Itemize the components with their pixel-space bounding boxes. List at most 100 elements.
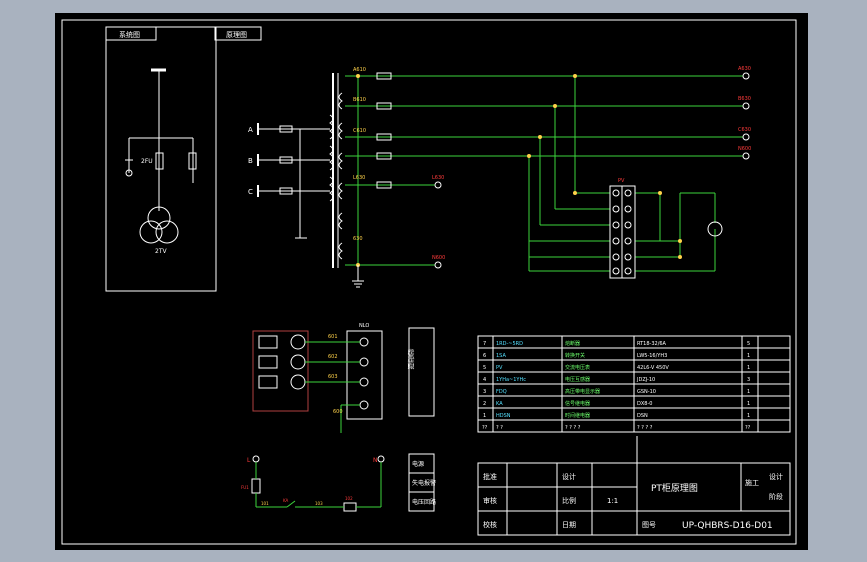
bom-no: 3 <box>483 389 486 395</box>
bom-name: 信号继电器 <box>565 400 590 407</box>
tb-reviewed-label: 审核 <box>483 496 497 505</box>
phase-inputs <box>257 123 330 239</box>
control-fuse-label: FU1 <box>241 485 249 490</box>
tb-design-label: 设计 <box>562 472 576 481</box>
bom-name: ? ? ? ? <box>565 425 581 431</box>
fuse-label: 2FU <box>141 158 153 165</box>
electrical-schematic: 系统图 原理图 2FU 2TV A B C A630 B630 C630 N60… <box>61 19 797 545</box>
bom-qty: 3 <box>747 377 750 383</box>
drawing-frame <box>61 19 797 545</box>
phase-c-label: C <box>248 188 253 196</box>
control-coil-label: 102 <box>345 496 353 501</box>
bom-no: 4 <box>483 377 486 383</box>
bom-code: FDQ <box>496 389 507 395</box>
meter-panel <box>252 330 309 412</box>
bom-no: 1 <box>483 413 486 419</box>
tb-scale-label: 比例 <box>562 496 576 505</box>
bom-model: JDZJ-10 <box>636 377 655 383</box>
right-terminals <box>434 72 750 269</box>
tx-term-630: 630 <box>353 236 363 242</box>
tb-drawing-no: UP-QHBRS-D16-D01 <box>682 521 773 531</box>
meter-title: 高压室电压示回路 <box>407 349 415 370</box>
control-circuit <box>251 453 435 512</box>
bom-rows: 7 1RD-~5RD 熔断器 RT18-32/6A 5 6 1SA 转换开关 L… <box>482 340 751 431</box>
system-single-line <box>125 68 197 244</box>
control-l-label: L <box>247 457 251 464</box>
transformer-label: 2TV <box>155 248 167 255</box>
tb-scale-value: 1:1 <box>607 497 618 505</box>
tb-stage-design: 设计 <box>769 472 783 481</box>
tx-term-a610: A610 <box>353 67 366 73</box>
schematic-tab-label: 原理图 <box>226 31 247 39</box>
bom-model: ? ? ? ? <box>637 425 653 431</box>
bom-name: 交流电压表 <box>565 364 590 371</box>
meter-term-603: 603 <box>328 374 338 380</box>
phase-a-label: A <box>248 126 253 134</box>
bom-code: PV <box>496 365 503 371</box>
drawing-canvas[interactable]: 系统图 原理图 2FU 2TV A B C A630 B630 C630 N60… <box>55 13 808 550</box>
selector-switch <box>609 185 723 279</box>
tx-term-l630: L630 <box>353 175 365 181</box>
tb-stage-section: 阶段 <box>769 492 783 501</box>
side-box-2: 失电报警 <box>412 479 436 487</box>
bom-table <box>477 335 791 433</box>
term-n600-label: N600 <box>738 146 751 152</box>
bom-model: RT18-32/6A <box>637 341 667 347</box>
bom-model: DX8-0 <box>637 401 652 407</box>
bus-fuses <box>376 72 392 189</box>
bom-qty: 1 <box>747 401 750 407</box>
bom-name: 熔断器 <box>565 340 580 347</box>
term-n600b-label: N600 <box>432 255 445 261</box>
tx-term-b610: B610 <box>353 97 366 103</box>
tb-drawing-title: PT柜原理图 <box>651 482 698 494</box>
bom-name: 电压互感器 <box>565 376 590 383</box>
bom-name: 高压带电显示器 <box>565 388 600 395</box>
bom-code: 1SA <box>496 353 506 359</box>
switch-label: PV <box>618 178 625 184</box>
term-l630-label: L630 <box>432 175 444 181</box>
bom-qty: 5 <box>747 341 750 347</box>
bom-no: 7 <box>483 341 486 347</box>
bom-code: ? ? <box>496 425 503 431</box>
bom-code: 1YHa~1YHc <box>496 377 526 383</box>
tb-date-label: 日期 <box>562 521 576 529</box>
bom-model: DSN <box>637 413 648 419</box>
bom-code: HDSN <box>496 413 511 419</box>
bom-no: 5 <box>483 365 486 371</box>
control-h1-label: 101 <box>261 501 269 506</box>
meter-term-600: 600 <box>333 409 343 415</box>
bom-qty: 1 <box>747 389 750 395</box>
bom-qty: ?? <box>745 425 751 431</box>
bom-qty: 1 <box>747 365 750 371</box>
tb-checked-label: 校核 <box>483 520 497 529</box>
bom-code: KA <box>496 401 503 407</box>
tb-stage-build: 施工 <box>745 478 759 487</box>
bom-qty: 1 <box>747 353 750 359</box>
term-b630-label: B630 <box>738 96 751 102</box>
tx-term-c610: C610 <box>353 128 366 134</box>
bom-model: LW5-16/YH3 <box>637 353 667 359</box>
bus-junctions <box>356 74 682 267</box>
bom-model: 42L6-V 450V <box>637 365 669 371</box>
meter-term-601: 601 <box>328 334 338 340</box>
ground-symbols <box>352 265 364 288</box>
tb-drawing-no-label: 图号 <box>642 521 656 529</box>
term-a630-label: A630 <box>738 66 751 72</box>
term-c630-label: C630 <box>738 127 751 133</box>
meter-term-602: 602 <box>328 354 338 360</box>
secondary-buses <box>345 75 743 272</box>
bom-no: 2 <box>483 401 486 407</box>
control-h3-label: 103 <box>315 501 323 506</box>
bom-name: 转换开关 <box>565 352 585 359</box>
control-n-label: N <box>373 457 378 464</box>
bom-name: 时间继电器 <box>565 412 590 419</box>
tb-approved-label: 批准 <box>483 472 497 481</box>
bom-qty: 1 <box>747 413 750 419</box>
phase-b-label: B <box>248 157 253 165</box>
meter-box-title: NLO <box>359 323 369 329</box>
bom-no: 6 <box>483 353 486 359</box>
side-box-3: 电压回路 <box>412 498 436 506</box>
transformer-windings <box>329 73 343 268</box>
system-tab-label: 系统图 <box>119 30 140 39</box>
bom-no: ?? <box>482 425 488 431</box>
